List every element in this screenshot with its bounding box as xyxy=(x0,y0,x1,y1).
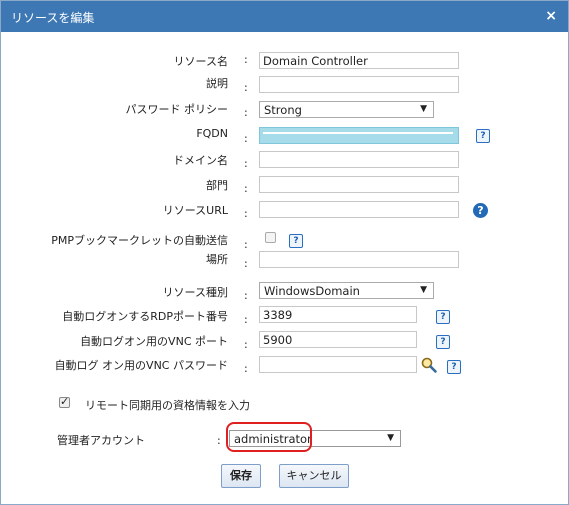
vnc-port-label: 自動ログオン用のVNC ポート xyxy=(80,335,228,348)
vnc-password-label: 自動ログ オン用のVNC パスワード xyxy=(54,359,228,372)
colon: : xyxy=(244,207,248,220)
chevron-down-icon: ▼ xyxy=(420,104,427,114)
location-input[interactable] xyxy=(259,251,459,268)
remote-sync-checkbox[interactable] xyxy=(59,395,70,408)
vnc-port-help-icon[interactable]: ? xyxy=(436,335,450,349)
description-label: 説明 xyxy=(206,77,228,90)
password-policy-select[interactable]: Strong ▼ xyxy=(259,101,434,118)
highlight-annotation xyxy=(226,422,312,452)
resource-type-value: WindowsDomain xyxy=(264,284,360,298)
magnifier-icon[interactable] xyxy=(420,356,438,374)
description-input[interactable] xyxy=(259,76,459,93)
resource-url-label: リソースURL xyxy=(162,204,228,217)
resource-url-input[interactable] xyxy=(259,201,459,218)
auto-send-label: PMPブックマークレットの自動送信 xyxy=(51,234,228,247)
password-policy-value: Strong xyxy=(264,103,302,117)
close-icon[interactable]: × xyxy=(545,8,557,24)
vnc-password-help-icon[interactable]: ? xyxy=(447,360,461,374)
rdp-port-label: 自動ログオンするRDPポート番号 xyxy=(62,310,228,323)
domain-name-label: ドメイン名 xyxy=(173,154,228,167)
colon: : xyxy=(244,289,248,302)
colon: : xyxy=(244,257,248,270)
resource-type-select[interactable]: WindowsDomain ▼ xyxy=(259,282,434,299)
dialog-titlebar: リソースを編集 × xyxy=(1,1,568,32)
auto-send-checkbox[interactable] xyxy=(265,232,276,243)
fqdn-redaction xyxy=(263,132,453,134)
colon: : xyxy=(244,157,248,170)
chevron-down-icon: ▼ xyxy=(387,433,394,443)
admin-account-label: 管理者アカウント xyxy=(57,434,145,447)
department-input[interactable] xyxy=(259,176,459,193)
remote-sync-label: リモート同期用の資格情報を入力 xyxy=(85,399,250,412)
location-label: 場所 xyxy=(206,253,228,266)
fqdn-input[interactable] xyxy=(259,127,459,144)
resource-type-label: リソース種別 xyxy=(162,286,228,299)
domain-name-input[interactable] xyxy=(259,151,459,168)
password-policy-label: パスワード ポリシー xyxy=(125,103,229,116)
colon: : xyxy=(244,106,248,119)
auto-send-help-icon[interactable]: ? xyxy=(289,234,303,248)
vnc-password-input[interactable] xyxy=(259,356,417,373)
colon: : xyxy=(217,434,221,447)
colon: : xyxy=(244,238,248,251)
colon: : xyxy=(244,313,248,326)
resource-name-input[interactable]: Domain Controller xyxy=(259,52,459,69)
chevron-down-icon: ▼ xyxy=(420,285,427,295)
fqdn-label: FQDN xyxy=(196,127,228,140)
resource-url-help-icon[interactable]: ? xyxy=(473,203,488,218)
colon: : xyxy=(244,362,248,375)
rdp-port-help-icon[interactable]: ? xyxy=(436,310,450,324)
colon: : xyxy=(244,81,248,94)
colon: : xyxy=(244,132,248,145)
save-button[interactable]: 保存 xyxy=(221,464,261,488)
edit-resource-dialog: リソースを編集 × リソース名 : Domain Controller 説明 :… xyxy=(0,0,569,505)
fqdn-help-icon[interactable]: ? xyxy=(476,129,490,143)
dialog-title: リソースを編集 xyxy=(11,11,95,25)
department-label: 部門 xyxy=(206,179,228,192)
colon: : xyxy=(244,53,248,66)
vnc-port-input[interactable]: 5900 xyxy=(259,331,417,348)
rdp-port-input[interactable]: 3389 xyxy=(259,306,417,323)
colon: : xyxy=(244,338,248,351)
colon: : xyxy=(244,182,248,195)
cancel-button[interactable]: キャンセル xyxy=(279,464,349,488)
resource-name-label: リソース名 xyxy=(173,55,228,68)
